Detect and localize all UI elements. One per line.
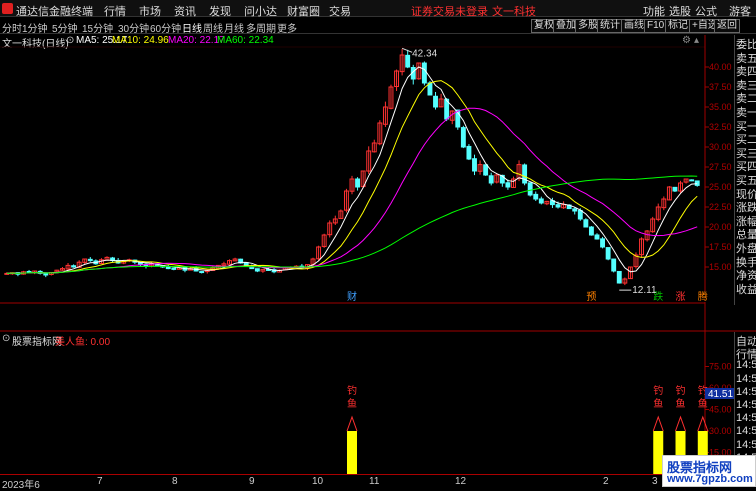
date-label: 7 xyxy=(97,476,103,487)
candle-body xyxy=(71,265,77,268)
watermark-line2: www.7gpzb.com xyxy=(667,473,753,485)
candle-body xyxy=(460,127,466,148)
indicator-tick-label: 30.00 xyxy=(709,426,732,436)
candle-body xyxy=(672,186,678,192)
date-axis: 2023年6 7 8 9 10 11 12 2 3 xyxy=(0,474,705,491)
current-value-text: 41.51 xyxy=(708,389,733,400)
price-tick-label: 35.00 xyxy=(709,102,732,112)
candle-body xyxy=(355,178,361,188)
date-label: 9 xyxy=(249,476,255,487)
price-tick-label: 37.50 xyxy=(709,82,732,92)
signal-label-top: 钓 xyxy=(653,384,663,397)
price-tick-label: 15.00 xyxy=(709,262,732,272)
price-tick-label: 22.50 xyxy=(709,202,732,212)
price-tick-label: 32.50 xyxy=(709,122,732,132)
signal-arrow xyxy=(652,415,664,432)
price-tick-label: 27.50 xyxy=(709,162,732,172)
price-y-axis: 40.00 37.50 35.00 32.50 30.00 27.50 25.00 22.50… xyxy=(705,62,732,272)
high-pointer xyxy=(401,47,413,53)
candle-body xyxy=(605,247,611,260)
date-label: 2023年6 xyxy=(2,480,40,491)
ma-line-ma5 xyxy=(6,66,698,274)
date-label: 10 xyxy=(312,476,324,487)
signal-arrow xyxy=(697,415,709,432)
candle-body xyxy=(538,198,544,204)
candle-body xyxy=(616,270,622,284)
signal-label-top: 钓 xyxy=(676,384,686,397)
tick-time-label: 14:50 xyxy=(736,438,756,451)
tick-time-label: 14:50 xyxy=(736,385,756,398)
candle-body xyxy=(577,209,583,220)
candle-body xyxy=(165,266,171,270)
candle-body xyxy=(505,182,511,188)
signal-label-top: 钓 xyxy=(347,384,357,397)
candle-body xyxy=(572,208,578,212)
tick-panel: 自动行情14:5014:5014:5014:5014:5014:5014:501… xyxy=(734,332,756,477)
candle-body xyxy=(87,258,93,262)
event-marker-text: 涨 xyxy=(676,291,686,303)
quote-field-label: 收益 xyxy=(736,283,756,296)
candle-body xyxy=(421,62,427,84)
date-label: 11 xyxy=(369,476,380,487)
indicator-tick-label: 45.00 xyxy=(709,405,732,415)
candle-body xyxy=(488,175,494,184)
candle-body xyxy=(588,226,594,236)
date-label: 8 xyxy=(172,476,178,487)
watermark-logo: 股票指标网 www.7gpzb.com xyxy=(662,455,756,487)
indicator-bars: 钓鱼钓鱼钓鱼钓鱼 xyxy=(346,384,709,474)
tick-time-label: 14:50 xyxy=(736,412,756,425)
price-tick-label: 25.00 xyxy=(709,182,732,192)
date-label: 2 xyxy=(603,476,609,487)
candle-body xyxy=(171,267,177,270)
candle-body xyxy=(433,95,438,108)
sub-icon: ⊙ xyxy=(2,333,11,344)
signal-arrow xyxy=(346,415,358,432)
candle-body xyxy=(600,238,606,248)
candle-body xyxy=(611,258,617,272)
candle-body xyxy=(527,182,533,196)
tick-time-label: 14:50 xyxy=(736,372,756,385)
candle-body xyxy=(583,219,589,228)
signal-label-bottom: 鱼 xyxy=(653,397,663,410)
signal-label-bottom: 鱼 xyxy=(676,397,686,410)
quote-panel: 委比 卖五 卖四 卖三 卖二 卖一 买一 买二 买三 买四 买五 现价 涨跌 涨幅 总量 外盘 换手 净资 收益 xyxy=(734,35,756,305)
price-tick-label: 30.00 xyxy=(709,142,732,152)
tick-time-label: 14:50 xyxy=(736,425,756,438)
signal-arrow xyxy=(675,415,686,432)
low-label: 12.11 xyxy=(632,285,657,296)
kline-chart: 40.00 37.50 35.00 32.50 30.00 27.50 25.00 22.50… xyxy=(0,35,756,474)
event-marker-text: 预 xyxy=(586,291,596,303)
price-tick-label: 40.00 xyxy=(709,62,732,72)
candle-body xyxy=(533,193,539,200)
high-label: 42.34 xyxy=(412,48,437,59)
candle-body xyxy=(694,180,700,186)
candle-body xyxy=(472,158,477,172)
ma-lines xyxy=(6,66,698,274)
candle-body xyxy=(405,54,411,68)
event-marker-text: 腾 xyxy=(698,290,708,303)
indicator-value: 美人鱼: 0.00 xyxy=(55,337,111,348)
signal-bar xyxy=(347,431,357,474)
sub-chart-header: ⊙ 股票指标网 美人鱼: 0.00 xyxy=(0,332,705,348)
candle-body xyxy=(555,204,561,208)
tick-time-label: 14:50 xyxy=(736,399,756,411)
signal-label-bottom: 鱼 xyxy=(347,397,357,410)
candle-body xyxy=(466,145,472,160)
candle-body xyxy=(199,271,205,274)
indicator-y-axis: 75.0060.0045.0030.0015.00 xyxy=(705,362,732,458)
candle-body xyxy=(43,273,49,276)
candle-body xyxy=(137,262,143,266)
price-tick-label: 17.50 xyxy=(709,242,732,252)
candle-body xyxy=(483,164,489,176)
candle-body xyxy=(689,179,695,182)
date-label: 3 xyxy=(652,476,658,487)
candle-body xyxy=(594,234,600,240)
tick-time-label: 14:50 xyxy=(736,359,756,372)
indicator-tick-label: 75.00 xyxy=(709,362,732,372)
price-tick-label: 20.00 xyxy=(709,222,732,232)
date-label: 12 xyxy=(455,476,467,487)
event-marker-text: 财 xyxy=(347,290,357,303)
candle-body xyxy=(254,268,260,272)
